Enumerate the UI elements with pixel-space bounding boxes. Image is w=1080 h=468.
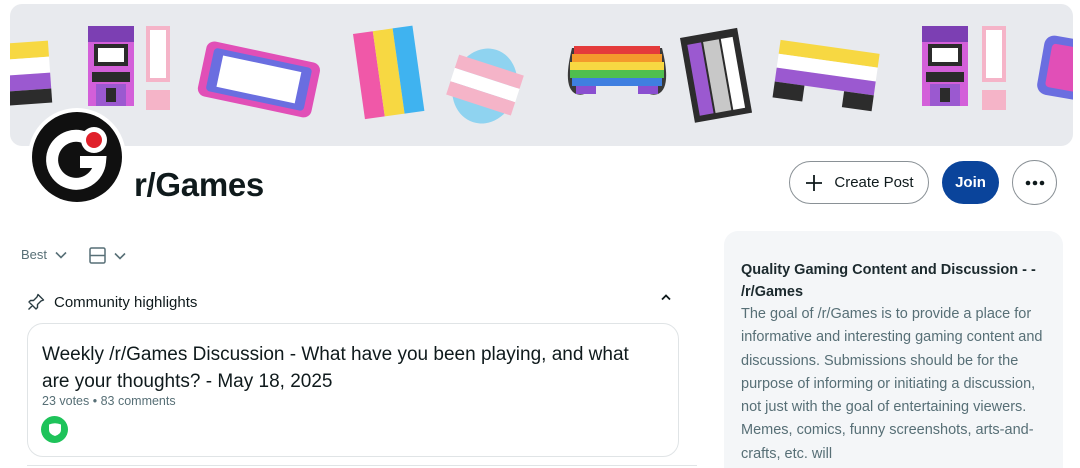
plus-icon (806, 174, 823, 191)
striped-card-icon (353, 25, 425, 120)
community-banner (10, 4, 1073, 146)
post-meta: 23 votes • 83 comments (42, 394, 176, 408)
community-sidebar: Quality Gaming Content and Discussion - … (724, 231, 1063, 468)
banner-illustration (10, 25, 1073, 124)
games-logo-icon (32, 112, 122, 202)
pin-icon (28, 293, 45, 310)
sidebar-description: The goal of /r/Games is to provide a pla… (741, 306, 1043, 462)
community-avatar[interactable] (28, 108, 126, 206)
sort-dropdown[interactable]: Best (21, 247, 67, 262)
feed-divider (27, 465, 697, 466)
cartridge-icon (680, 27, 753, 123)
join-button[interactable]: Join (942, 161, 999, 204)
sort-label: Best (21, 247, 48, 262)
ellipsis-icon (1025, 180, 1044, 185)
view-dropdown[interactable] (89, 247, 126, 264)
partial-console-icon (1037, 35, 1073, 102)
highlights-heading: Community highlights (54, 293, 198, 311)
gamepad-icon (772, 39, 880, 112)
exclamation-icon-2 (982, 26, 1006, 110)
card-view-icon (89, 247, 106, 264)
arcade-cabinet-icon (88, 26, 134, 106)
arcade-cabinet-icon-2 (922, 26, 968, 106)
sidebar-title: Quality Gaming Content and Discussion - … (741, 262, 1036, 300)
community-highlights-header[interactable]: Community highlights (27, 290, 677, 314)
create-post-button[interactable]: Create Post (789, 161, 929, 204)
chevron-down-icon (114, 252, 126, 260)
mod-shield-icon (41, 416, 68, 443)
create-post-label: Create Post (834, 174, 914, 191)
more-options-button[interactable] (1012, 160, 1057, 205)
highlight-post-card[interactable]: Weekly /r/Games Discussion - What have y… (27, 323, 679, 457)
nonbinary-flag-icon (10, 40, 53, 106)
handheld-console-icon (197, 41, 320, 118)
striped-egg-icon (446, 48, 524, 124)
rainbow-gamepad-icon (567, 46, 667, 95)
chevron-down-icon (55, 251, 67, 259)
community-name: r/Games (134, 166, 264, 203)
chevron-up-icon[interactable] (660, 293, 672, 301)
post-title[interactable]: Weekly /r/Games Discussion - What have y… (42, 341, 652, 395)
exclamation-icon (146, 26, 170, 110)
